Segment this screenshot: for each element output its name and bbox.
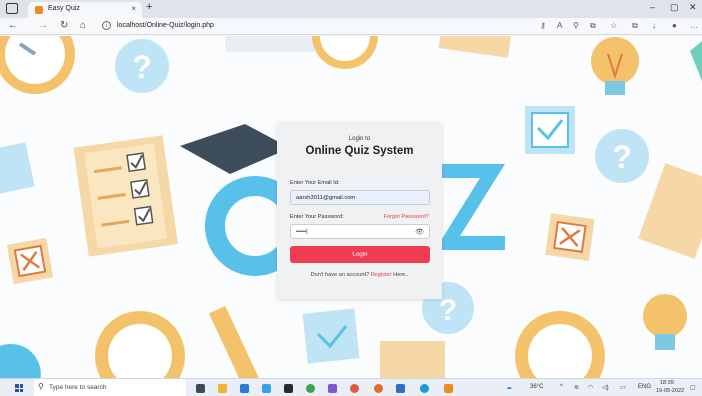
page-title: Online Quiz System (305, 145, 414, 157)
forward-icon[interactable]: → (38, 20, 48, 31)
search-icon: ⚲ (38, 382, 44, 391)
clock-date[interactable]: 19-05-2022 (656, 388, 684, 394)
vscode-icon[interactable] (396, 384, 405, 393)
network-icon[interactable]: ≋ (574, 384, 579, 391)
close-window-button[interactable]: ✕ (689, 2, 697, 13)
mail-icon[interactable] (240, 384, 249, 393)
task-view-icon[interactable] (196, 384, 205, 393)
keyboard-icon[interactable]: ▭ (620, 384, 626, 391)
address-bar-url[interactable]: localhost/Online-Quiz/login.php (117, 22, 214, 29)
store-icon[interactable] (262, 384, 271, 393)
xampp-icon[interactable] (444, 384, 453, 393)
chevron-up-icon[interactable]: ^ (560, 384, 563, 390)
question-bubble-icon: ? (115, 39, 169, 93)
checklist-icon (73, 135, 178, 257)
wifi-icon[interactable]: ◠ (588, 384, 593, 391)
browser-tab-bar: Easy Quiz × + – ▢ ✕ (0, 0, 702, 18)
volume-icon[interactable]: ◁) (602, 384, 609, 391)
signup-suffix: Here.. (393, 272, 409, 278)
key-icon[interactable]: ⚷ (540, 21, 546, 30)
graduation-cap-icon (180, 124, 290, 174)
register-link[interactable]: Register (371, 272, 392, 278)
file-explorer-icon[interactable] (218, 384, 227, 393)
checkbox-icon-right (525, 106, 575, 154)
notification-icon[interactable]: ▢ (690, 384, 696, 391)
read-aloud-icon[interactable]: A (557, 21, 562, 30)
weather-icon[interactable]: ☁ (506, 384, 512, 391)
more-icon[interactable]: … (690, 21, 698, 30)
quiz-favicon-icon (35, 6, 43, 14)
back-icon[interactable]: ← (8, 20, 18, 31)
login-button[interactable]: Login (290, 246, 430, 263)
firefox-icon[interactable] (350, 384, 359, 393)
signup-prompt: Don't have an account? Register Here.. (277, 272, 442, 278)
windows-start-icon[interactable] (15, 384, 23, 392)
edge-icon[interactable] (420, 384, 429, 393)
new-tab-button[interactable]: + (146, 1, 152, 13)
book-icon-top-right (438, 36, 512, 58)
downloads-icon[interactable]: ↓ (652, 21, 656, 30)
taskbar-search[interactable]: ⚲ Type here to search (34, 379, 186, 396)
signup-prefix: Don't have an account? (310, 272, 370, 278)
pencil-icon (208, 305, 260, 378)
site-info-icon[interactable]: i (102, 21, 111, 30)
app-icon-orange[interactable] (374, 384, 383, 393)
maximize-button[interactable]: ▢ (670, 2, 679, 13)
minimize-button[interactable]: – (650, 2, 655, 12)
letter-z-shape (435, 164, 505, 250)
terminal-icon[interactable] (284, 384, 293, 393)
clock-icon (0, 36, 75, 94)
refresh-icon[interactable]: ↻ (60, 20, 68, 31)
chrome-icon[interactable] (306, 384, 315, 393)
password-label: Enter Your Password: (290, 214, 344, 220)
tab-actions-icon[interactable] (6, 3, 18, 14)
login-card: Login to Online Quiz System Enter Your E… (277, 122, 442, 299)
clock-time[interactable]: 18:39 (660, 380, 674, 386)
weather-temp[interactable]: 36°C (530, 384, 543, 390)
x-box-icon-right (545, 213, 595, 261)
question-shape-bottom-left (0, 344, 41, 378)
language-indicator[interactable]: ENG (638, 384, 651, 390)
light-bulb-icon (591, 37, 639, 95)
browser-tab[interactable]: Easy Quiz × (28, 2, 142, 18)
favorites-icon[interactable]: ☆ (610, 21, 617, 30)
email-field[interactable]: aarsh3011@gmail.com (290, 190, 430, 205)
profile-icon[interactable]: ● (672, 21, 677, 30)
checkbox-icon-left (0, 142, 35, 195)
document-icon-bottom (380, 341, 445, 378)
page-background: ? ? ? Login to Online Quiz System Enter … (0, 36, 702, 378)
tab-title: Easy Quiz (48, 5, 80, 12)
show-password-icon[interactable]: 👁 (415, 228, 424, 236)
taskbar: ⚲ Type here to search ☁ 36°C ^ ≋ ◠ ◁) ▭ … (0, 378, 702, 396)
tab-close-icon[interactable]: × (131, 4, 136, 13)
extensions-icon[interactable]: ⧉ (590, 21, 596, 31)
svg-text:?: ? (132, 49, 152, 85)
teams-icon[interactable] (328, 384, 337, 393)
browser-toolbar: ← → ↻ ⌂ i localhost/Online-Quiz/login.ph… (0, 18, 702, 35)
forgot-password-link[interactable]: Forgot Password? (384, 214, 429, 220)
password-field[interactable]: •••••| 👁 (290, 224, 430, 239)
password-value: •••••| (296, 229, 308, 235)
ribbon-icon (690, 41, 702, 81)
checkbox-icon-bottom (302, 308, 360, 364)
home-icon[interactable]: ⌂ (80, 20, 86, 31)
svg-text:?: ? (612, 139, 632, 175)
light-bulb-icon-bottom (643, 294, 687, 350)
login-subtitle: Login to (348, 136, 371, 142)
zoom-icon[interactable]: ⚲ (573, 21, 579, 30)
x-box-icon-left (6, 237, 54, 285)
search-placeholder: Type here to search (49, 384, 107, 391)
document-icon-right (638, 163, 702, 259)
book-icon (225, 36, 315, 52)
collections-icon[interactable]: ⧉ (632, 21, 638, 31)
email-label: Enter Your Email Id: (290, 180, 340, 186)
